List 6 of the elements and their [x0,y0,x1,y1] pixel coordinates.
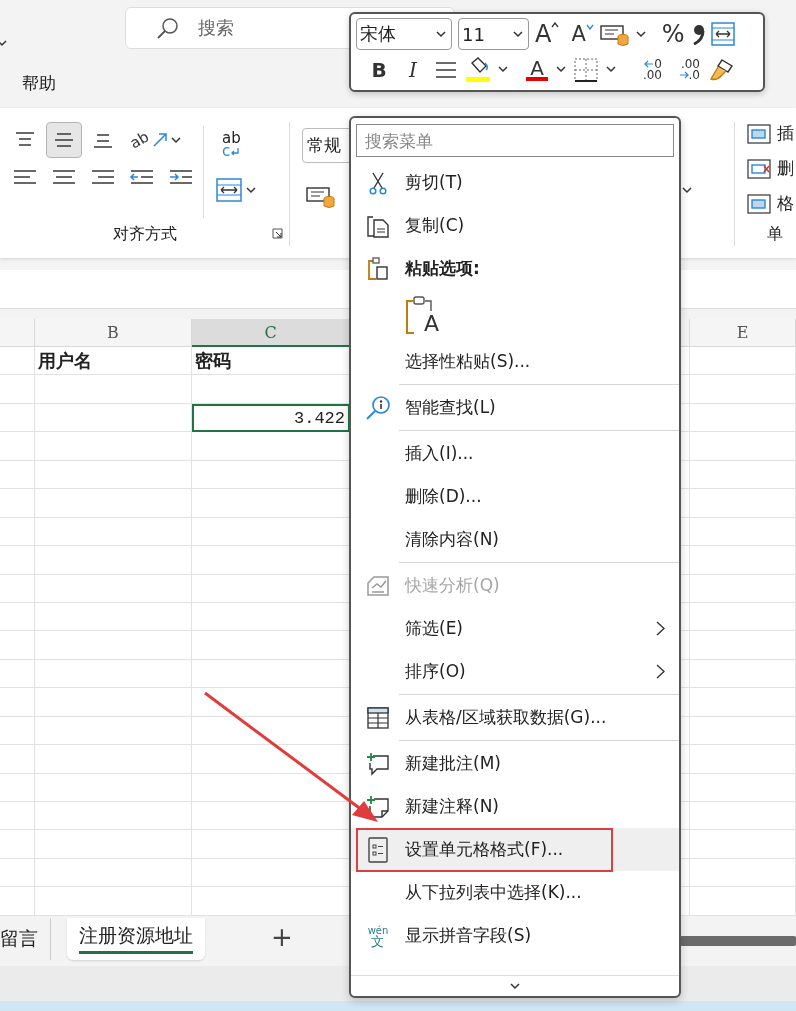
table-cell: 3.422 [192,403,350,433]
menu-section-header: 粘贴选项: [351,247,679,290]
pinyin-icon: wén 文 [367,924,389,947]
group-title: 对齐方式 [112,223,177,245]
table-cell: 用户名 [35,347,192,376]
group-title: 单 [767,223,783,245]
